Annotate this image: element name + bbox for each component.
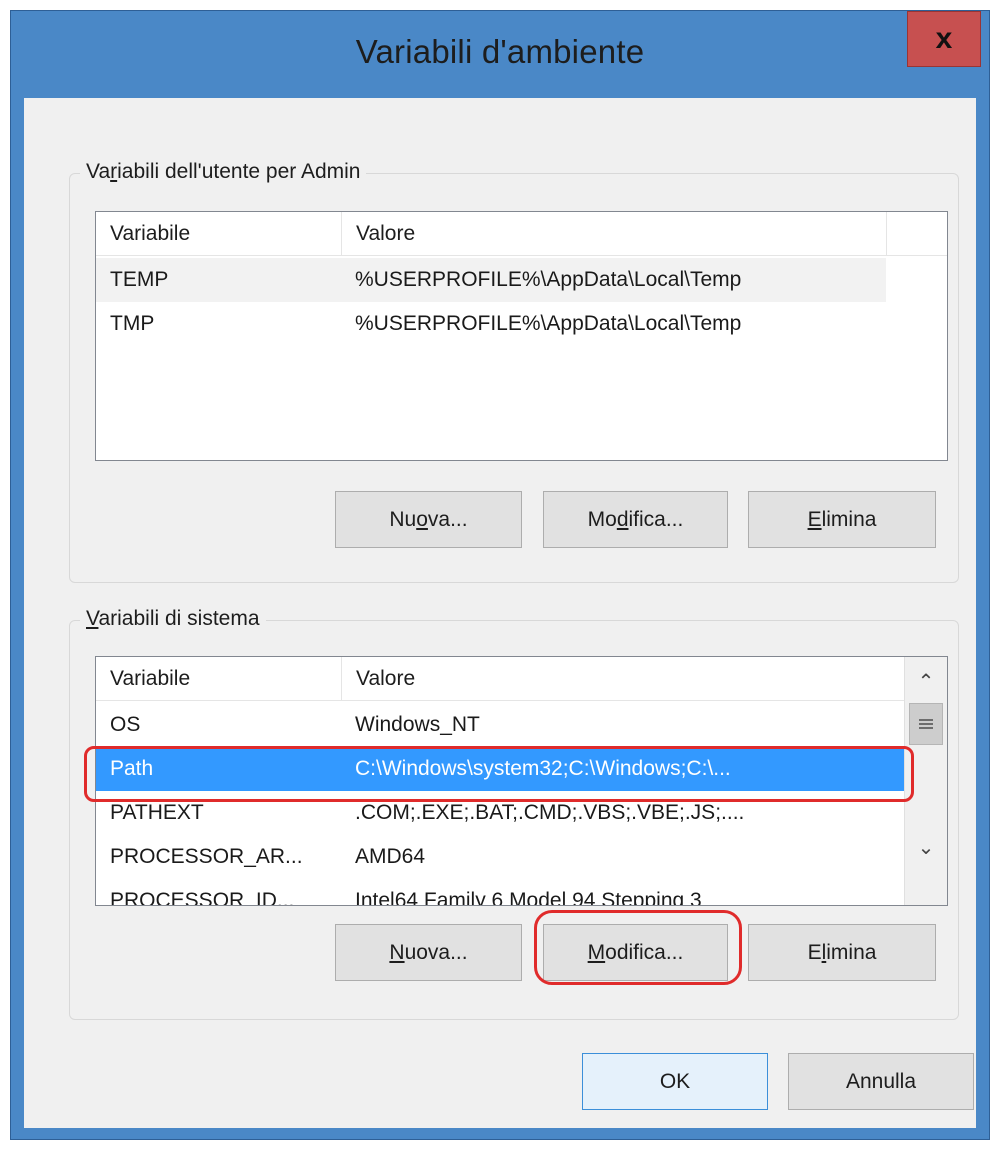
column-header-value[interactable]: Valore	[341, 212, 886, 256]
scroll-thumb-grip-icon	[919, 719, 933, 729]
row-variable-value: %USERPROFILE%\AppData\Local\Temp	[355, 312, 742, 335]
user-variables-list[interactable]: Variabile Valore TEMP %USERPROFILE%\AppD…	[95, 211, 948, 461]
column-header-variable[interactable]: Variabile	[96, 657, 341, 701]
dialog-client-area: Variabili dell'utente per Admin Variabil…	[24, 98, 976, 1128]
user-edit-button[interactable]: Mo d ifica...	[543, 491, 728, 548]
dialog-window: Variabili d'ambiente x Variabili dell'ut…	[10, 10, 990, 1140]
table-row[interactable]: PROCESSOR_ID... Intel64 Family 6 Model 9…	[96, 879, 906, 906]
scroll-up-icon: ⌃	[917, 670, 935, 693]
column-header-filler	[886, 212, 947, 256]
row-variable-name: TEMP	[110, 268, 169, 291]
user-list-header: Variabile Valore	[96, 212, 947, 256]
table-row-selected[interactable]: Path C:\Windows\system32;C:\Windows;C:\.…	[96, 747, 906, 791]
row-variable-name: OS	[110, 713, 141, 736]
dialog-title: Variabili d'ambiente	[355, 33, 645, 70]
scroll-thumb[interactable]	[909, 703, 943, 745]
row-variable-value: C:\Windows\system32;C:\Windows;C:\...	[355, 757, 731, 780]
row-variable-name: PATHEXT	[110, 801, 204, 824]
table-row[interactable]: OS Windows_NT	[96, 703, 906, 747]
cancel-button[interactable]: Annulla	[788, 1053, 974, 1110]
system-variables-list[interactable]: Variabile Valore OS Windows_NT Path C:\W…	[95, 656, 948, 906]
system-list-scrollbar[interactable]: ⌃ ⌄	[904, 657, 947, 905]
column-header-variable[interactable]: Variabile	[96, 212, 341, 256]
system-variables-group: Variabili di sistema Variabile Valore OS…	[69, 607, 959, 1020]
close-button[interactable]: x	[907, 11, 981, 67]
user-variables-group: Variabili dell'utente per Admin Variabil…	[69, 160, 959, 583]
scroll-down-icon: ⌄	[917, 836, 935, 859]
table-row[interactable]: TEMP %USERPROFILE%\AppData\Local\Temp	[96, 258, 886, 302]
row-variable-name: PROCESSOR_ID...	[110, 889, 295, 906]
system-edit-button[interactable]: Modifica...	[543, 924, 728, 981]
row-variable-value: Windows_NT	[355, 713, 480, 736]
row-variable-name: TMP	[110, 312, 155, 335]
row-variable-value: Intel64 Family 6 Model 94 Stepping 3	[355, 889, 702, 906]
scroll-down-button[interactable]: ⌄	[907, 827, 945, 867]
row-variable-value: .COM;.EXE;.BAT;.CMD;.VBS;.VBE;.JS;....	[355, 801, 745, 824]
scroll-up-button[interactable]: ⌃	[907, 661, 945, 701]
row-variable-name: PROCESSOR_AR...	[110, 845, 303, 868]
close-icon: x	[935, 22, 953, 55]
row-variable-name: Path	[110, 757, 154, 780]
column-header-value[interactable]: Valore	[341, 657, 906, 701]
row-variable-value: %USERPROFILE%\AppData\Local\Temp	[355, 268, 742, 291]
ok-button[interactable]: OK	[582, 1053, 768, 1110]
table-row[interactable]: PROCESSOR_AR... AMD64	[96, 835, 906, 879]
table-row[interactable]: TMP %USERPROFILE%\AppData\Local\Temp	[96, 302, 886, 346]
user-delete-button[interactable]: Elimina	[748, 491, 936, 548]
system-new-button[interactable]: Nuova...	[335, 924, 522, 981]
system-list-header: Variabile Valore	[96, 657, 904, 701]
table-row[interactable]: PATHEXT .COM;.EXE;.BAT;.CMD;.VBS;.VBE;.J…	[96, 791, 906, 835]
row-variable-value: AMD64	[355, 845, 426, 868]
user-variables-legend: Variabili dell'utente per Admin	[80, 160, 367, 184]
system-variables-legend: Variabili di sistema	[80, 607, 266, 631]
title-bar[interactable]: Variabili d'ambiente x	[11, 11, 989, 97]
user-new-button[interactable]: Nu o va...	[335, 491, 522, 548]
system-delete-button[interactable]: El imina	[748, 924, 936, 981]
